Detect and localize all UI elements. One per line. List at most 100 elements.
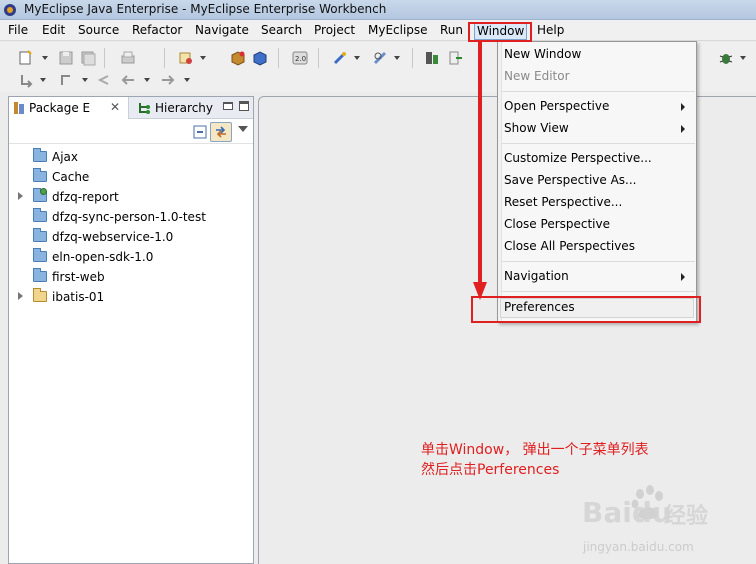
menu-item-close-perspective[interactable]: Close Perspective [504, 217, 610, 231]
menu-help[interactable]: Help [537, 23, 564, 37]
tree-item[interactable]: eln-open-sdk-1.0 [9, 247, 253, 267]
view-tab-bar: Package E ✕ Hierarchy [9, 97, 253, 119]
menu-item-save-perspective-as[interactable]: Save Perspective As... [504, 173, 637, 187]
menu-separator [502, 261, 695, 262]
expand-arrow-icon[interactable] [18, 192, 23, 200]
next-annotation-dropdown-arrow[interactable] [40, 78, 46, 82]
folder-icon [33, 228, 47, 242]
menu-item-navigation[interactable]: Navigation [504, 269, 569, 283]
tree-item[interactable]: Ajax [9, 147, 253, 167]
package-explorer-view: Package E ✕ Hierarchy Ajax Cache dfzq-repo… [8, 96, 254, 564]
menu-separator [502, 291, 695, 292]
hierarchy-icon [139, 103, 150, 114]
menu-refactor[interactable]: Refactor [132, 23, 182, 37]
debug-bug-icon[interactable] [718, 50, 734, 66]
tree-item[interactable]: first-web [9, 267, 253, 287]
menu-myeclipse[interactable]: MyEclipse [368, 23, 428, 37]
submenu-arrow-icon [681, 103, 685, 111]
tab-package-explorer[interactable]: Package E ✕ [9, 97, 129, 119]
prev-annotation-dropdown-arrow[interactable] [82, 78, 88, 82]
menu-item-show-view[interactable]: Show View [504, 121, 569, 135]
menu-search[interactable]: Search [261, 23, 302, 37]
globe-badge-icon [40, 188, 47, 195]
menu-window[interactable]: Window [474, 22, 528, 40]
new-dropdown-arrow[interactable] [42, 56, 48, 60]
submenu-arrow-icon [681, 273, 685, 281]
menu-item-preferences[interactable]: Preferences [504, 300, 575, 314]
menu-bar: File Edit Source Refactor Navigate Searc… [0, 20, 756, 41]
run-config-icon[interactable] [332, 50, 348, 66]
tree-item[interactable]: dfzq-sync-person-1.0-test [9, 207, 253, 227]
view-action-bar [9, 120, 253, 144]
folder-icon [33, 168, 47, 182]
debug-config-dropdown-arrow[interactable] [394, 56, 400, 60]
project-tree: Ajax Cache dfzq-report dfzq-sync-person-1.0… [9, 147, 253, 307]
back-dropdown-arrow[interactable] [144, 78, 150, 82]
tree-item[interactable]: dfzq-report [9, 187, 253, 207]
view-menu-icon[interactable] [238, 126, 248, 132]
tree-item-label: dfzq-webservice-1.0 [52, 230, 174, 244]
menu-edit[interactable]: Edit [42, 23, 65, 37]
back-icon[interactable] [120, 72, 136, 88]
folder-icon [33, 208, 47, 222]
print-icon[interactable] [120, 50, 136, 66]
web-service-icon[interactable]: 2.0 [292, 50, 308, 66]
menu-item-new-editor[interactable]: New Editor [504, 69, 570, 83]
tree-item[interactable]: dfzq-webservice-1.0 [9, 227, 253, 247]
prev-annotation-icon[interactable] [58, 72, 74, 88]
window-menu-dropdown: New Window New Editor Open Perspective S… [497, 41, 697, 323]
package-icon[interactable] [230, 50, 246, 66]
expand-arrow-icon[interactable] [18, 292, 23, 300]
save-icon[interactable] [58, 50, 74, 66]
tab-hierarchy-label: Hierarchy [155, 101, 214, 115]
annotation-line-2: 然后点击Perferences [421, 462, 560, 478]
menu-file[interactable]: File [8, 23, 28, 37]
maximize-view-icon[interactable] [239, 101, 249, 111]
debug-config-icon[interactable] [372, 50, 388, 66]
tab-hierarchy[interactable]: Hierarchy [133, 97, 217, 119]
folder-icon [33, 268, 47, 282]
debug-dropdown-arrow[interactable] [740, 56, 746, 60]
close-tab-icon[interactable]: ✕ [110, 100, 120, 114]
menu-project[interactable]: Project [314, 23, 355, 37]
toolbar-separator [278, 48, 279, 68]
tree-item[interactable]: Cache [9, 167, 253, 187]
new-java-project-icon[interactable] [178, 50, 194, 66]
new-project-dropdown-arrow[interactable] [200, 56, 206, 60]
deploy-icon[interactable] [448, 50, 464, 66]
minimize-view-icon[interactable] [223, 102, 233, 110]
link-with-editor-icon [216, 126, 226, 138]
run-config-dropdown-arrow[interactable] [354, 56, 360, 60]
server-icon[interactable] [424, 50, 440, 66]
collapse-all-icon[interactable] [193, 125, 207, 139]
link-with-editor-button[interactable] [210, 122, 232, 142]
menu-run[interactable]: Run [440, 23, 463, 37]
toolbar-separator [104, 48, 105, 68]
menu-item-open-perspective[interactable]: Open Perspective [504, 99, 609, 113]
tree-item-label: Ajax [52, 150, 78, 164]
menu-item-new-window[interactable]: New Window [504, 47, 581, 61]
menu-item-customize-perspective[interactable]: Customize Perspective... [504, 151, 652, 165]
window-title: MyEclipse Java Enterprise - MyEclipse En… [24, 2, 387, 16]
instruction-annotation: 单击Window， 弹出一个子菜单列表 然后点击Perferences [421, 440, 649, 480]
menu-source[interactable]: Source [78, 23, 119, 37]
tree-item-label: dfzq-report [52, 190, 119, 204]
forward-icon[interactable] [160, 72, 176, 88]
menu-navigate[interactable]: Navigate [195, 23, 249, 37]
menu-item-close-all-perspectives[interactable]: Close All Perspectives [504, 239, 635, 253]
menu-separator [502, 91, 695, 92]
tab-package-explorer-label: Package E [29, 101, 91, 115]
open-folder-icon [33, 288, 47, 302]
menu-separator [502, 143, 695, 144]
class-icon[interactable] [252, 50, 268, 66]
tree-item[interactable]: ibatis-01 [9, 287, 253, 307]
new-icon[interactable] [18, 50, 34, 66]
tree-item-label: eln-open-sdk-1.0 [52, 250, 154, 264]
forward-dropdown-arrow[interactable] [184, 78, 190, 82]
next-annotation-icon[interactable] [18, 72, 34, 88]
tree-item-label: dfzq-sync-person-1.0-test [52, 210, 206, 224]
last-edit-icon[interactable] [96, 72, 112, 88]
menu-item-reset-perspective[interactable]: Reset Perspective... [504, 195, 622, 209]
svg-text:2.0: 2.0 [295, 55, 306, 63]
save-all-icon[interactable] [80, 50, 96, 66]
